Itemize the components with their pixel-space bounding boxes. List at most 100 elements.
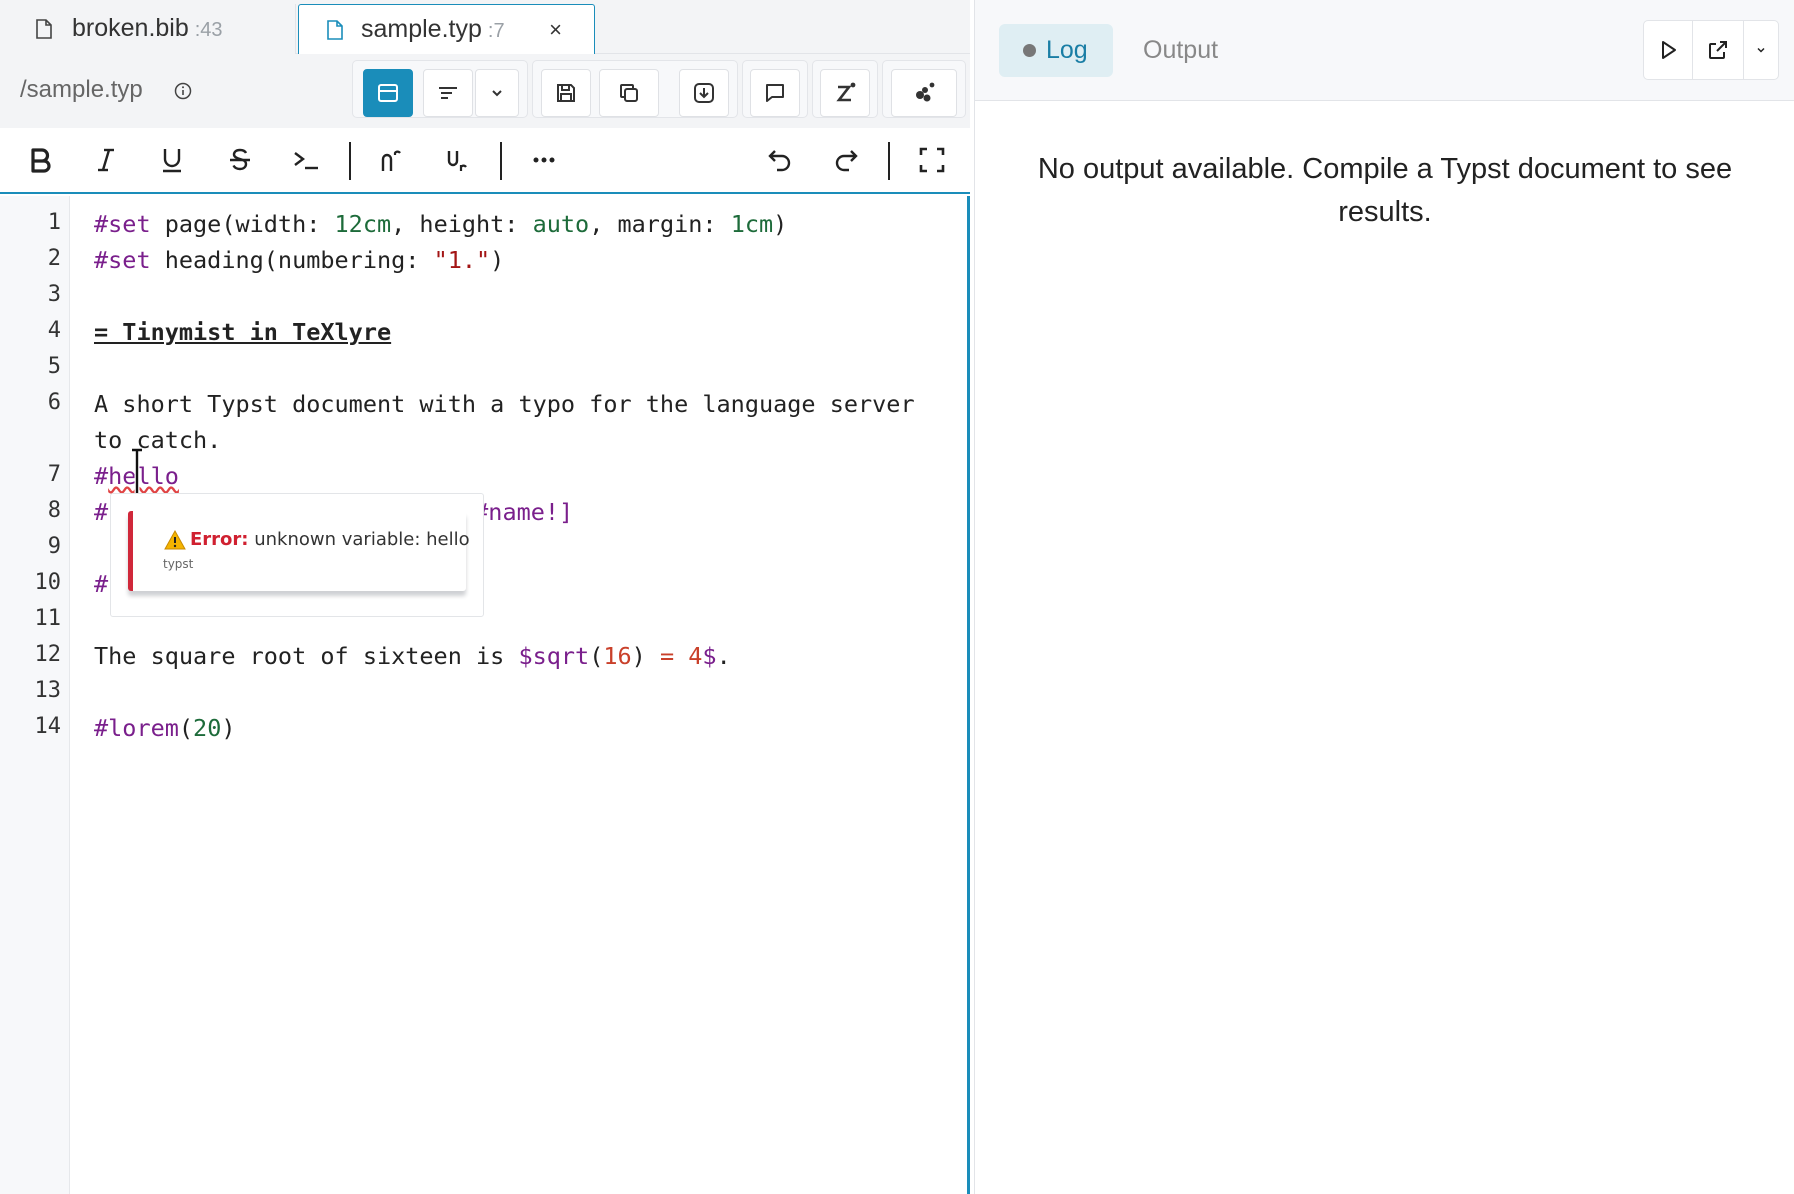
tab-line-count: :7 bbox=[487, 20, 505, 42]
code-token: = bbox=[645, 642, 689, 670]
tab-label: broken.bib bbox=[72, 14, 189, 42]
code-token: 12cm bbox=[334, 210, 392, 238]
line-number: 11 bbox=[34, 606, 62, 631]
tab-sample-typ[interactable]: sample.typ:7 × bbox=[298, 4, 595, 55]
more-icon bbox=[533, 157, 555, 163]
save-button[interactable] bbox=[541, 69, 591, 117]
underline-button[interactable] bbox=[152, 140, 192, 180]
code-token: ( bbox=[589, 642, 604, 670]
save-icon bbox=[557, 84, 575, 102]
output-pane: Log Output No output available. Compile … bbox=[974, 0, 1794, 1194]
code-token: sqrt bbox=[532, 642, 590, 670]
chevron-down-icon bbox=[492, 90, 502, 97]
zotero-icon bbox=[836, 82, 856, 102]
play-icon bbox=[1662, 41, 1676, 59]
code-line-4: = Tinymist in TeXlyre bbox=[94, 318, 392, 346]
code-line-2: #set heading(numbering: "1.") bbox=[94, 246, 504, 274]
format-options-dropdown[interactable] bbox=[475, 69, 519, 117]
superscript-button[interactable] bbox=[372, 140, 412, 180]
split-view-button[interactable] bbox=[363, 69, 413, 117]
view-toolbar-group bbox=[352, 60, 528, 118]
comment-button[interactable] bbox=[750, 69, 800, 117]
line-number: 13 bbox=[34, 678, 62, 703]
copy-button[interactable] bbox=[599, 69, 659, 117]
zotero-button[interactable] bbox=[820, 69, 870, 117]
line-number: 4 bbox=[47, 318, 61, 343]
empty-output-message: No output available. Compile a Typst doc… bbox=[1037, 153, 1733, 228]
toolbar-divider bbox=[500, 142, 502, 180]
code-token: , margin: bbox=[589, 210, 731, 238]
subscript-button[interactable] bbox=[438, 140, 478, 180]
diagnostic-tooltip bbox=[128, 511, 466, 591]
tab-log-label: Log bbox=[1046, 36, 1088, 64]
italic-icon bbox=[98, 148, 114, 172]
line-number: 2 bbox=[47, 246, 61, 271]
tab-broken-bib[interactable]: broken.bib:43 bbox=[0, 4, 296, 54]
split-view-icon bbox=[378, 84, 398, 102]
more-options-button[interactable] bbox=[524, 140, 564, 180]
code-token: auto bbox=[532, 210, 590, 238]
fullscreen-button[interactable] bbox=[912, 140, 952, 180]
chevron-down-icon bbox=[1757, 47, 1765, 53]
redo-icon bbox=[835, 150, 858, 172]
code-token: #set bbox=[94, 210, 151, 238]
diagnostic-message: Error: unknown variable: hello bbox=[190, 529, 470, 550]
line-number: 7 bbox=[47, 462, 61, 487]
download-button[interactable] bbox=[679, 69, 729, 117]
code-line-14: #lorem(20) bbox=[94, 714, 236, 742]
compile-options-dropdown[interactable] bbox=[1744, 21, 1778, 79]
code-line-1: #set page(width: 12cm, height: auto, mar… bbox=[94, 210, 787, 238]
code-token: , height: bbox=[391, 210, 533, 238]
italic-button[interactable] bbox=[86, 140, 126, 180]
zotero-toolbar-group bbox=[812, 60, 878, 118]
collaboration-button[interactable] bbox=[891, 69, 957, 117]
code-editor[interactable]: #set page(width: 12cm, height: auto, mar… bbox=[70, 196, 970, 1194]
code-token: $ bbox=[518, 642, 533, 670]
tab-output-label: Output bbox=[1143, 36, 1219, 64]
code-button[interactable] bbox=[286, 140, 326, 180]
editor-pane: broken.bib:43 sample.typ:7 × /sample.typ bbox=[0, 0, 970, 1194]
tab-output[interactable]: Output bbox=[1143, 24, 1218, 77]
code-token: #set bbox=[94, 246, 151, 274]
status-dot bbox=[1023, 44, 1036, 57]
code-line-10: # bbox=[94, 570, 109, 598]
info-icon[interactable] bbox=[174, 82, 192, 100]
open-external-button[interactable] bbox=[1693, 21, 1743, 79]
tab-log[interactable]: Log bbox=[999, 24, 1113, 77]
editor-tab-bar: broken.bib:43 sample.typ:7 × bbox=[0, 0, 970, 55]
comment-icon bbox=[766, 84, 784, 102]
fullscreen-icon bbox=[919, 147, 945, 173]
warning-icon bbox=[164, 530, 186, 550]
format-button[interactable] bbox=[423, 69, 473, 117]
undo-icon bbox=[768, 150, 791, 172]
code-token: #lorem bbox=[94, 714, 179, 742]
line-number: 12 bbox=[34, 642, 62, 667]
code-token: ) bbox=[490, 246, 505, 274]
close-tab-button[interactable]: × bbox=[549, 17, 562, 43]
formatting-toolbar bbox=[0, 128, 970, 194]
bold-icon bbox=[31, 148, 51, 173]
strikethrough-button[interactable] bbox=[220, 140, 260, 180]
comment-toolbar-group bbox=[742, 60, 808, 118]
copy-icon bbox=[620, 84, 638, 102]
tab-line-count: :43 bbox=[194, 19, 223, 41]
bold-button[interactable] bbox=[20, 140, 60, 180]
output-header: Log Output bbox=[975, 0, 1794, 101]
strikethrough-icon bbox=[230, 148, 250, 171]
code-token: "1." bbox=[433, 246, 491, 274]
undo-button[interactable] bbox=[760, 140, 800, 180]
code-icon bbox=[294, 152, 318, 170]
tab-label: sample.typ bbox=[361, 15, 482, 43]
redo-button[interactable] bbox=[826, 140, 866, 180]
line-number: 1 bbox=[47, 210, 61, 235]
code-token: The square root of sixteen is bbox=[94, 642, 519, 670]
code-token: ) bbox=[773, 210, 788, 238]
code-line-6-wrap: to catch. bbox=[94, 426, 222, 454]
toolbar-divider bbox=[349, 142, 351, 180]
external-link-icon bbox=[1709, 41, 1727, 59]
compile-button[interactable] bbox=[1644, 21, 1692, 79]
code-token: 4 bbox=[688, 642, 703, 670]
diagnostic-severity: Error: bbox=[190, 529, 249, 550]
file-toolbar-group bbox=[532, 60, 738, 118]
code-line-6: A short Typst document with a typo for t… bbox=[94, 390, 915, 418]
